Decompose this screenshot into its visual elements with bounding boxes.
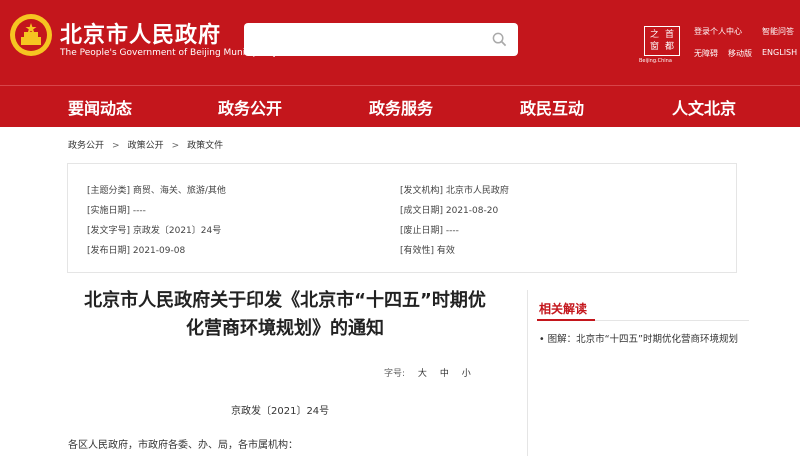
site-header: 北京市人民政府 The People's Government of Beiji… — [0, 0, 800, 85]
nav-item-gov-affairs[interactable]: 政务公开 — [218, 95, 282, 119]
logo-caption: Beijing.China — [639, 58, 672, 64]
accessibility-link[interactable]: 无障碍 — [694, 48, 718, 59]
breadcrumb: 政务公开 > 政策公开 > 政策文件 — [68, 138, 223, 151]
side-title-accent — [537, 319, 595, 321]
column-divider — [527, 290, 528, 456]
nav-item-services[interactable]: 政务服务 — [369, 95, 433, 119]
logo-char: 之 — [649, 30, 659, 40]
national-emblem-icon — [10, 14, 52, 56]
meta-effective-date: [实施日期] ---- — [87, 206, 146, 216]
smart-qa-link[interactable]: 智能问答 — [762, 26, 800, 37]
logo-char: 首 — [664, 30, 674, 40]
meta-validity: [有效性] 有效 — [400, 246, 455, 256]
document-number: 京政发〔2021〕24号 — [231, 406, 330, 417]
article-title-line: 北京市人民政府关于印发《北京市“十四五”时期优 — [84, 290, 486, 311]
login-link[interactable]: 登录个人中心 — [694, 26, 742, 37]
breadcrumb-separator: > — [171, 141, 180, 151]
search-input[interactable] — [244, 23, 518, 56]
capital-window-logo[interactable]: 之 首 窗 都 — [644, 26, 680, 56]
meta-repeal-date: [废止日期] ---- — [400, 226, 459, 236]
meta-issuer: [发文机构] 北京市人民政府 — [400, 186, 509, 196]
nav-item-interaction[interactable]: 政民互动 — [520, 95, 584, 119]
font-size-small-button[interactable]: 小 — [462, 369, 471, 379]
mobile-version-link[interactable]: 移动版 — [728, 48, 752, 59]
font-size-label: 字号: — [384, 369, 406, 379]
logo-char: 窗 — [649, 42, 659, 52]
search-icon[interactable] — [492, 32, 507, 47]
meta-category: [主题分类] 商贸、海关、旅游/其他 — [87, 186, 226, 196]
breadcrumb-separator: > — [112, 141, 120, 151]
nav-item-news[interactable]: 要闻动态 — [68, 95, 132, 119]
article-salutation: 各区人民政府，市政府各委、办、局，各市属机构： — [68, 440, 298, 451]
english-link[interactable]: ENGLISH • — [762, 48, 800, 57]
font-size-medium-button[interactable]: 中 — [440, 369, 449, 379]
font-size-large-button[interactable]: 大 — [418, 369, 427, 379]
meta-written-date: [成文日期] 2021-08-20 — [400, 206, 499, 216]
site-title[interactable]: 北京市人民政府 — [60, 17, 221, 49]
related-interpretation-link[interactable]: • 图解：北京市“十四五”时期优化营商环境规划 — [539, 330, 751, 350]
meta-publish-date: [发布日期] 2021-09-08 — [87, 246, 186, 256]
meta-doc-number: [发文字号] 京政发〔2021〕24号 — [87, 226, 222, 236]
document-metadata-box: [主题分类] 商贸、海关、旅游/其他 [实施日期] ---- [发文字号] 京政… — [67, 163, 737, 273]
related-interpretation-title: 相关解读 — [539, 302, 588, 316]
breadcrumb-item[interactable]: 政务公开 — [68, 141, 104, 151]
article-title: 北京市人民政府关于印发《北京市“十四五”时期优 化营商环境规划》的通知 — [70, 287, 500, 343]
logo-char: 都 — [664, 42, 674, 52]
nav-item-culture[interactable]: 人文北京 — [672, 95, 736, 119]
main-nav: 要闻动态 政务公开 政务服务 政民互动 人文北京 — [0, 85, 800, 127]
breadcrumb-item[interactable]: 政策文件 — [187, 141, 223, 151]
article-title-line: 化营商环境规划》的通知 — [186, 318, 384, 339]
font-size-switcher: 字号: 大 中 小 — [384, 366, 471, 379]
breadcrumb-item[interactable]: 政策公开 — [128, 141, 164, 151]
